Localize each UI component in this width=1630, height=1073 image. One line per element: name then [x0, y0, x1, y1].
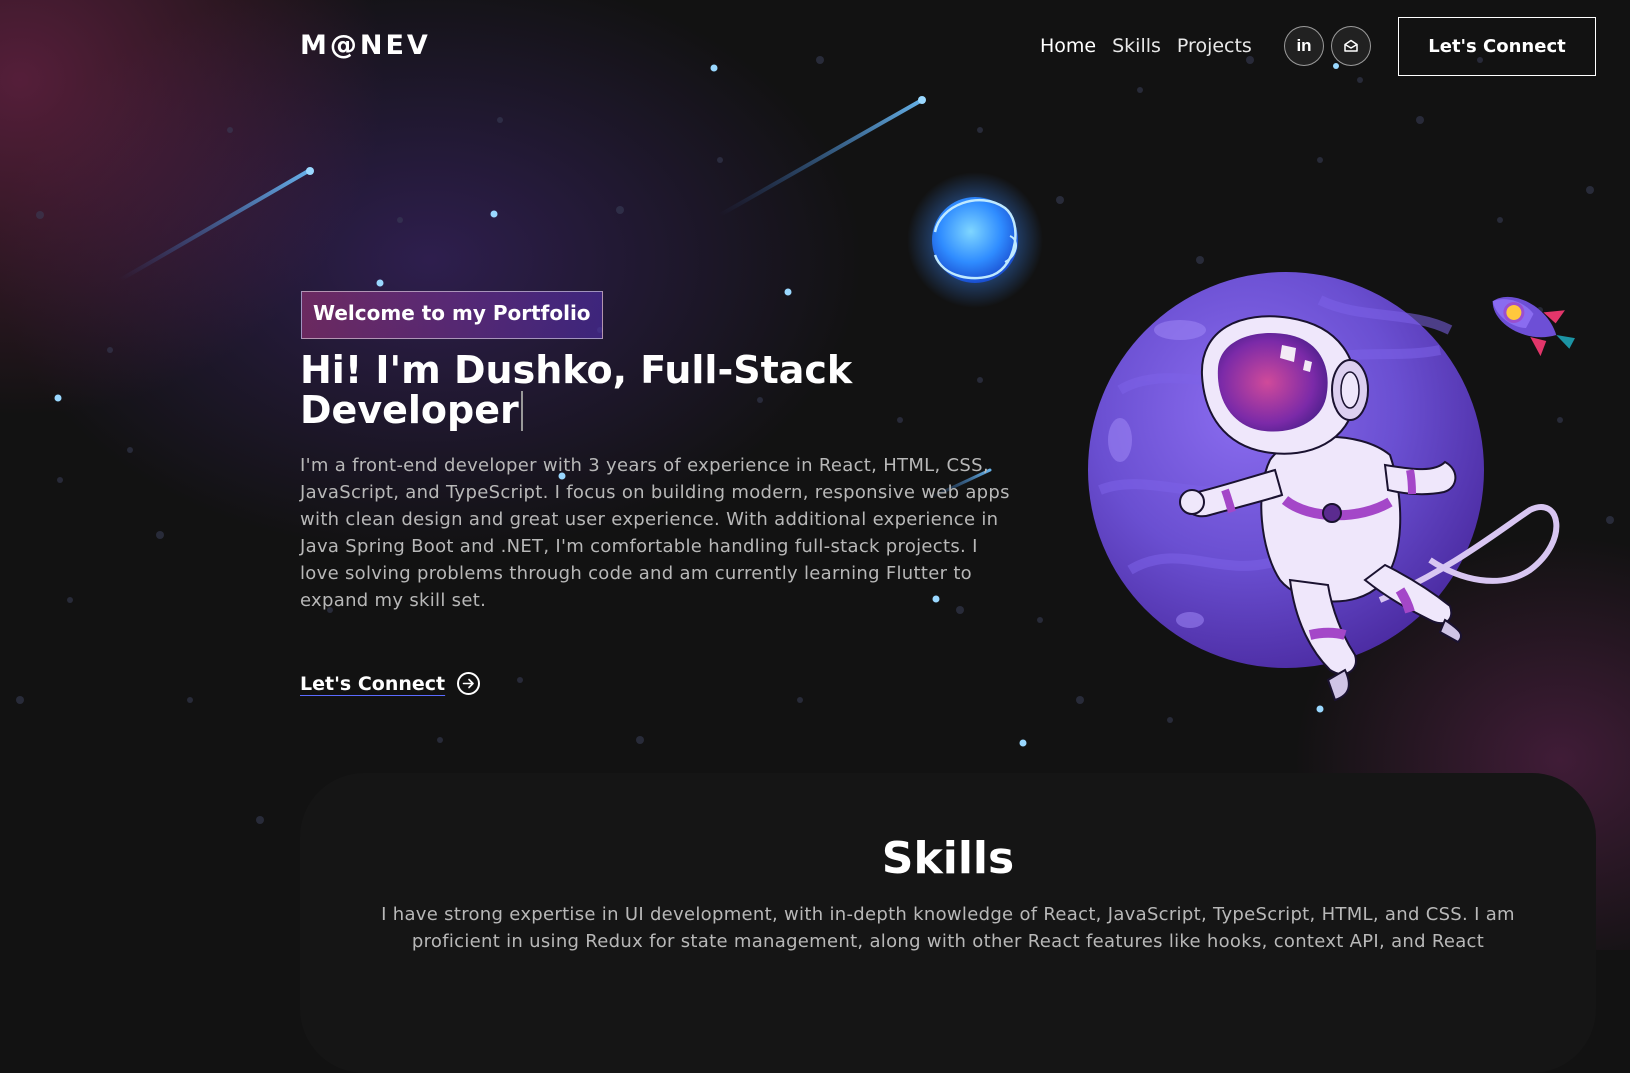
nav-link-projects[interactable]: Projects [1177, 35, 1252, 57]
skills-description: I have strong expertise in UI developmen… [381, 904, 1515, 952]
hero-title-text: Hi! I'm Dushko, Full-Stack Developer [300, 348, 853, 432]
linkedin-button[interactable]: in [1284, 26, 1324, 66]
skills-section: Skills I have strong expertise in UI dev… [300, 773, 1596, 1073]
mail-button[interactable] [1331, 26, 1371, 66]
brand-logo[interactable]: M@NEV [300, 30, 431, 61]
astronaut-planet-illustration [1088, 272, 1560, 702]
hero-description: I'm a front-end developer with 3 years o… [300, 455, 1010, 611]
lets-connect-button[interactable]: Let's Connect [1398, 17, 1596, 76]
welcome-tagline: Welcome to my Portfolio [301, 291, 603, 339]
hero-connect-link[interactable]: Let's Connect [300, 672, 481, 695]
glowing-planet-icon [907, 172, 1043, 308]
typing-cursor [520, 391, 523, 431]
mail-icon [1344, 39, 1358, 52]
navbar: M@NEV Home Skills Projects in Let's Conn… [0, 0, 1630, 95]
social-icons: in [1284, 26, 1371, 66]
arrow-right-circle-icon [457, 672, 481, 695]
nav-link-home[interactable]: Home [1040, 35, 1096, 57]
hero-connect-label: Let's Connect [300, 672, 446, 695]
nav-link-skills[interactable]: Skills [1112, 35, 1161, 57]
hero-title: Hi! I'm Dushko, Full-Stack Developer [300, 350, 920, 431]
skills-title: Skills [881, 833, 1015, 884]
linkedin-icon: in [1296, 36, 1312, 55]
nav-links: Home Skills Projects [1040, 35, 1252, 57]
